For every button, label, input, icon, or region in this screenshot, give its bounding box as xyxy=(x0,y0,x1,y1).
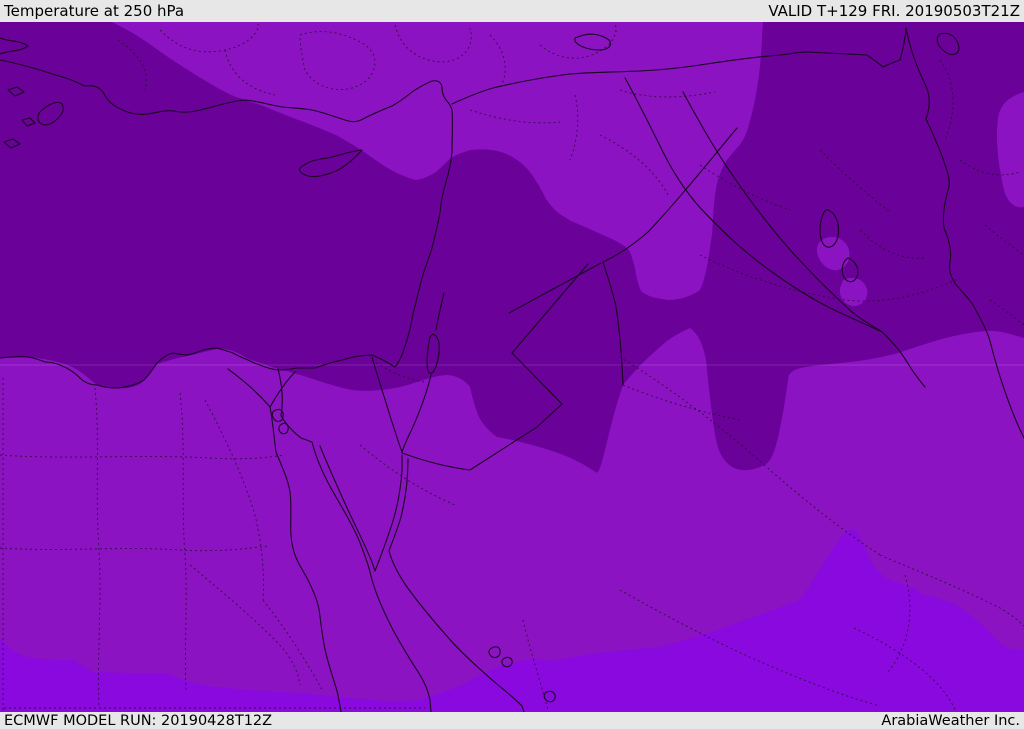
footer-bar: ECMWF MODEL RUN: 20190428T12Z ArabiaWeat… xyxy=(0,712,1024,729)
title-bar: Temperature at 250 hPa VALID T+129 FRI. … xyxy=(0,0,1024,22)
credit-label: ArabiaWeather Inc. xyxy=(881,712,1020,729)
model-run-label: ECMWF MODEL RUN: 20190428T12Z xyxy=(4,712,273,729)
page-title: Temperature at 250 hPa xyxy=(4,2,185,20)
temperature-map xyxy=(0,22,1024,712)
valid-time-label: VALID T+129 FRI. 20190503T21Z xyxy=(768,2,1020,20)
weather-map-window: Temperature at 250 hPa VALID T+129 FRI. … xyxy=(0,0,1024,729)
